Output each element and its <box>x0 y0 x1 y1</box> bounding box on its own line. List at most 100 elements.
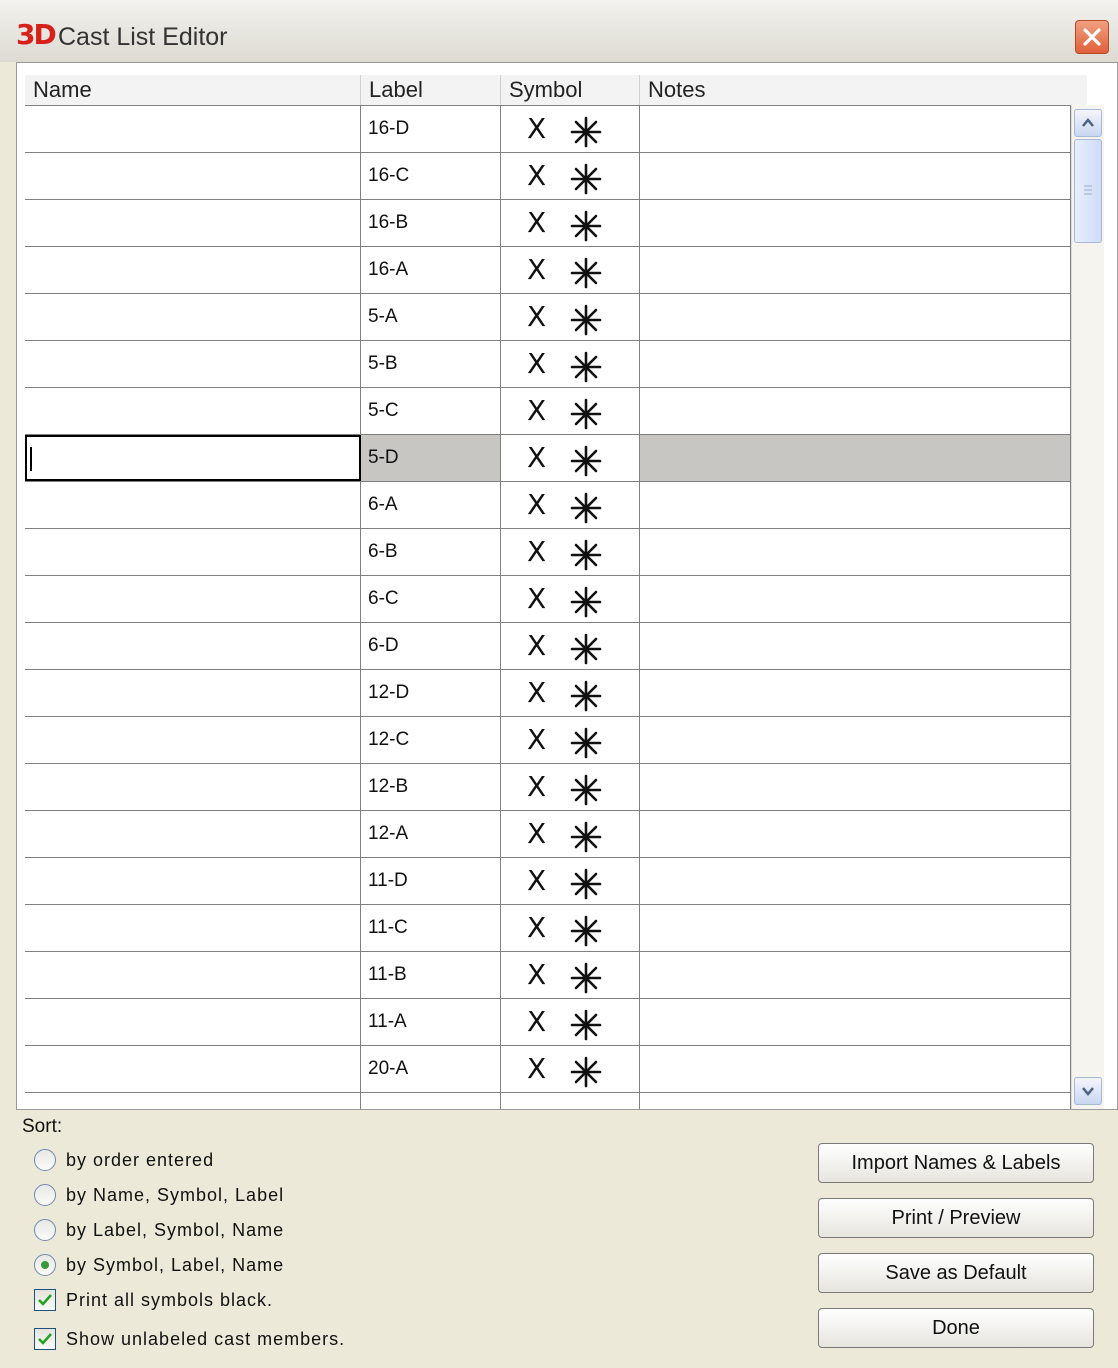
label-cell[interactable]: 5-D <box>361 435 501 481</box>
table-row[interactable]: 20-A X <box>25 1045 1071 1092</box>
notes-cell[interactable] <box>640 247 1071 293</box>
column-header-symbol[interactable]: Symbol <box>501 75 640 105</box>
done-button[interactable]: Done <box>818 1308 1094 1348</box>
column-header-label[interactable]: Label <box>361 75 501 105</box>
notes-cell[interactable] <box>640 717 1071 763</box>
label-cell[interactable]: 16-A <box>361 247 501 293</box>
table-row[interactable]: 6-B X <box>25 528 1071 575</box>
symbol-cell[interactable]: X <box>501 952 640 998</box>
notes-cell[interactable] <box>640 858 1071 904</box>
symbol-cell[interactable]: X <box>501 106 640 152</box>
name-cell[interactable] <box>25 858 361 904</box>
notes-cell[interactable] <box>640 529 1071 575</box>
notes-cell[interactable] <box>640 482 1071 528</box>
table-row[interactable]: 16-D X <box>25 105 1071 152</box>
label-cell[interactable]: 6-B <box>361 529 501 575</box>
name-cell[interactable] <box>25 999 361 1045</box>
name-cell[interactable] <box>25 811 361 857</box>
table-row[interactable]: 11-C X <box>25 904 1071 951</box>
name-cell[interactable] <box>25 153 361 199</box>
label-cell[interactable]: 6-C <box>361 576 501 622</box>
name-cell[interactable] <box>25 247 361 293</box>
name-cell[interactable] <box>25 435 361 481</box>
name-cell[interactable] <box>25 1093 361 1109</box>
scroll-up-button[interactable] <box>1074 109 1102 137</box>
table-row[interactable]: 11-B X <box>25 951 1071 998</box>
name-cell[interactable] <box>25 905 361 951</box>
notes-cell[interactable] <box>640 294 1071 340</box>
close-button[interactable] <box>1075 20 1109 54</box>
label-cell[interactable]: 12-B <box>361 764 501 810</box>
table-row[interactable]: 5-D X <box>25 434 1071 481</box>
label-cell[interactable]: 6-D <box>361 623 501 669</box>
symbol-cell[interactable]: X <box>501 294 640 340</box>
column-header-notes[interactable]: Notes <box>640 75 1071 105</box>
name-cell[interactable] <box>25 576 361 622</box>
label-cell[interactable]: 5-C <box>361 388 501 434</box>
name-cell[interactable] <box>25 294 361 340</box>
name-cell[interactable] <box>25 1046 361 1092</box>
symbol-cell[interactable]: X <box>501 999 640 1045</box>
notes-cell[interactable] <box>640 341 1071 387</box>
table-row[interactable]: 11-A X <box>25 998 1071 1045</box>
symbol-cell[interactable]: X <box>501 529 640 575</box>
symbol-cell[interactable]: X <box>501 482 640 528</box>
notes-cell[interactable] <box>640 153 1071 199</box>
name-cell[interactable] <box>25 764 361 810</box>
table-row[interactable]: 12-D X <box>25 669 1071 716</box>
symbol-cell[interactable]: X <box>501 1046 640 1092</box>
import-names-labels-button[interactable]: Import Names & Labels <box>818 1143 1094 1183</box>
name-cell[interactable] <box>25 529 361 575</box>
column-header-name[interactable]: Name <box>25 75 361 105</box>
symbol-cell[interactable]: X <box>501 435 640 481</box>
vertical-scrollbar[interactable] <box>1071 105 1104 1109</box>
table-row[interactable]: 12-B X <box>25 763 1071 810</box>
notes-cell[interactable] <box>640 764 1071 810</box>
label-cell[interactable]: 12-C <box>361 717 501 763</box>
table-row[interactable]: 16-A X <box>25 246 1071 293</box>
radio-button[interactable] <box>34 1184 56 1206</box>
notes-cell[interactable] <box>640 200 1071 246</box>
label-cell[interactable]: 11-D <box>361 858 501 904</box>
label-cell[interactable]: 12-A <box>361 811 501 857</box>
table-row[interactable] <box>25 1092 1071 1109</box>
symbol-cell[interactable]: X <box>501 670 640 716</box>
name-cell[interactable] <box>25 952 361 998</box>
symbol-cell[interactable]: X <box>501 200 640 246</box>
symbol-cell[interactable]: X <box>501 858 640 904</box>
symbol-cell[interactable]: X <box>501 623 640 669</box>
label-cell[interactable]: 5-A <box>361 294 501 340</box>
label-cell[interactable]: 11-B <box>361 952 501 998</box>
notes-cell[interactable] <box>640 670 1071 716</box>
notes-cell[interactable] <box>640 952 1071 998</box>
name-cell[interactable] <box>25 200 361 246</box>
name-cell[interactable] <box>25 670 361 716</box>
notes-cell[interactable] <box>640 811 1071 857</box>
radio-button-selected[interactable] <box>34 1254 56 1276</box>
table-row[interactable]: 12-C X <box>25 716 1071 763</box>
symbol-cell[interactable]: X <box>501 388 640 434</box>
label-cell[interactable] <box>361 1093 501 1109</box>
name-cell[interactable] <box>25 717 361 763</box>
print-black-checkbox[interactable] <box>34 1289 56 1311</box>
show-unlabeled-checkbox[interactable] <box>34 1328 56 1350</box>
table-row[interactable]: 11-D X <box>25 857 1071 904</box>
symbol-cell[interactable]: X <box>501 905 640 951</box>
table-row[interactable]: 5-A X <box>25 293 1071 340</box>
notes-cell[interactable] <box>640 623 1071 669</box>
label-cell[interactable]: 16-D <box>361 106 501 152</box>
symbol-cell[interactable]: X <box>501 576 640 622</box>
radio-button[interactable] <box>34 1219 56 1241</box>
label-cell[interactable]: 20-A <box>361 1046 501 1092</box>
symbol-cell[interactable] <box>501 1093 640 1109</box>
table-row[interactable]: 6-D X <box>25 622 1071 669</box>
label-cell[interactable]: 12-D <box>361 670 501 716</box>
table-row[interactable]: 5-C X <box>25 387 1071 434</box>
table-row[interactable]: 6-C X <box>25 575 1071 622</box>
label-cell[interactable]: 16-C <box>361 153 501 199</box>
radio-button[interactable] <box>34 1149 56 1171</box>
symbol-cell[interactable]: X <box>501 341 640 387</box>
table-row[interactable]: 16-C X <box>25 152 1071 199</box>
notes-cell[interactable] <box>640 1046 1071 1092</box>
symbol-cell[interactable]: X <box>501 717 640 763</box>
